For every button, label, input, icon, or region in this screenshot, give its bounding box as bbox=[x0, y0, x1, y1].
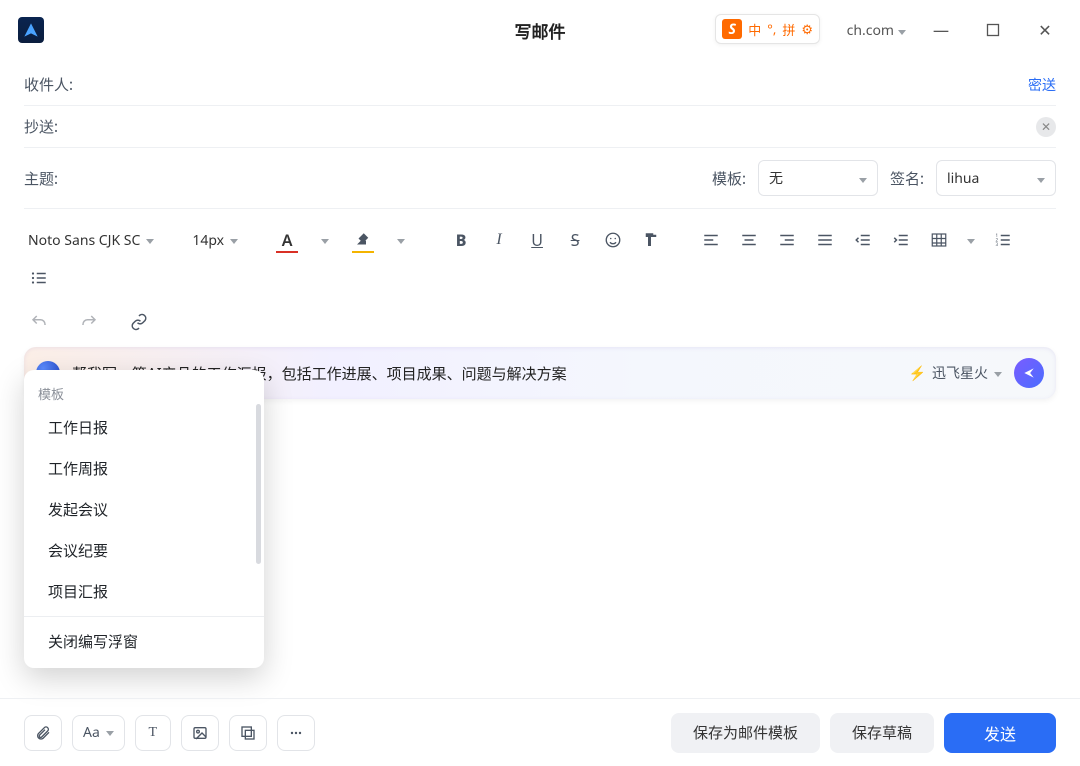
underline-button[interactable]: U bbox=[522, 225, 552, 255]
font-color-chevron[interactable] bbox=[310, 225, 340, 255]
signature-label: 签名: bbox=[890, 168, 924, 189]
chevron-down-icon bbox=[321, 233, 329, 248]
ordered-list-button[interactable]: 123 bbox=[988, 225, 1018, 255]
table-button[interactable] bbox=[924, 225, 954, 255]
redo-button[interactable] bbox=[74, 307, 104, 337]
template-item-minutes[interactable]: 会议纪要 bbox=[24, 530, 264, 571]
strike-button[interactable]: S bbox=[560, 225, 590, 255]
align-left-button[interactable] bbox=[696, 225, 726, 255]
save-as-template-button[interactable]: 保存为邮件模板 bbox=[671, 713, 820, 753]
insert-text-button[interactable]: T bbox=[135, 715, 171, 751]
format-painter-button[interactable] bbox=[636, 225, 666, 255]
chevron-down-icon bbox=[994, 366, 1002, 381]
ai-model-select[interactable]: ⚡ 迅飞星火 bbox=[909, 363, 1002, 383]
subject-label: 主题: bbox=[24, 168, 79, 189]
highlight-button[interactable] bbox=[348, 225, 378, 255]
font-size-select[interactable]: 14px bbox=[188, 227, 242, 254]
minimize-button[interactable]: — bbox=[924, 13, 958, 47]
ime-mode: 拼 bbox=[782, 20, 795, 39]
ime-sep: °, bbox=[767, 20, 776, 38]
chevron-down-icon bbox=[967, 233, 975, 248]
header-fields: 收件人: 密送 抄送: ✕ 主题: 模板: 无 签名: lihua bbox=[0, 60, 1080, 209]
ime-logo-icon: S bbox=[722, 19, 742, 39]
editor-toolbar: Noto Sans CJK SC 14px A B I U S bbox=[0, 209, 1080, 301]
template-label: 模板: bbox=[712, 168, 746, 189]
editor-toolbar-row-2 bbox=[0, 301, 1080, 337]
bottom-bar: Aa T 保存为邮件模板 保存草稿 发送 bbox=[0, 698, 1080, 766]
compose-window: 写邮件 S 中 °, 拼 ⚙ ch.com — ✕ 收件人: 密送 抄送: bbox=[0, 0, 1080, 766]
more-button[interactable] bbox=[277, 715, 315, 751]
insert-image-button[interactable] bbox=[181, 715, 219, 751]
chevron-down-icon bbox=[1037, 169, 1045, 188]
ime-lang: 中 bbox=[748, 20, 761, 39]
signature-select[interactable]: lihua bbox=[936, 160, 1056, 196]
template-close-panel[interactable]: 关闭编写浮窗 bbox=[24, 621, 264, 662]
insert-screenshot-button[interactable] bbox=[229, 715, 267, 751]
highlight-chevron[interactable] bbox=[386, 225, 416, 255]
save-draft-button[interactable]: 保存草稿 bbox=[830, 713, 934, 753]
ime-indicator[interactable]: S 中 °, 拼 ⚙ bbox=[715, 14, 820, 44]
chevron-down-icon bbox=[397, 233, 405, 248]
send-button[interactable]: 发送 bbox=[944, 713, 1056, 753]
to-field-row[interactable]: 收件人: 密送 bbox=[24, 64, 1056, 106]
template-item-daily[interactable]: 工作日报 bbox=[24, 407, 264, 448]
scrollbar-thumb[interactable] bbox=[256, 404, 261, 564]
signature-value: lihua bbox=[947, 169, 979, 188]
template-menu-header: 模板 bbox=[24, 376, 264, 407]
bolt-icon: ⚡ bbox=[909, 364, 926, 383]
template-select[interactable]: 无 bbox=[758, 160, 878, 196]
clear-cc-icon[interactable]: ✕ bbox=[1036, 117, 1056, 137]
font-style-button[interactable]: Aa bbox=[72, 715, 125, 751]
outdent-button[interactable] bbox=[848, 225, 878, 255]
unordered-list-button[interactable] bbox=[24, 263, 54, 293]
indent-button[interactable] bbox=[886, 225, 916, 255]
italic-button[interactable]: I bbox=[484, 225, 514, 255]
font-family-select[interactable]: Noto Sans CJK SC bbox=[24, 227, 158, 254]
app-logo-icon bbox=[18, 17, 44, 43]
template-item-weekly[interactable]: 工作周报 bbox=[24, 448, 264, 489]
emoji-button[interactable] bbox=[598, 225, 628, 255]
align-right-button[interactable] bbox=[772, 225, 802, 255]
to-label: 收件人: bbox=[24, 74, 79, 95]
titlebar-right: ch.com — ✕ bbox=[847, 0, 1062, 60]
undo-button[interactable] bbox=[24, 307, 54, 337]
bcc-link[interactable]: 密送 bbox=[1028, 75, 1056, 95]
template-dropdown-menu: 模板 工作日报 工作周报 发起会议 会议纪要 项目汇报 关闭编写浮窗 bbox=[24, 370, 264, 668]
template-item-project[interactable]: 项目汇报 bbox=[24, 571, 264, 612]
menu-divider bbox=[24, 616, 264, 617]
cc-label: 抄送: bbox=[24, 116, 79, 137]
ai-send-button[interactable] bbox=[1014, 358, 1044, 388]
chevron-down-icon bbox=[146, 233, 154, 248]
subject-row: 主题: 模板: 无 签名: lihua bbox=[24, 148, 1056, 209]
bold-button[interactable]: B bbox=[446, 225, 476, 255]
account-domain-dropdown[interactable]: ch.com bbox=[847, 21, 906, 40]
attach-button[interactable] bbox=[24, 715, 62, 751]
titlebar: 写邮件 S 中 °, 拼 ⚙ ch.com — ✕ bbox=[0, 0, 1080, 60]
template-value: 无 bbox=[769, 168, 783, 188]
font-color-button[interactable]: A bbox=[272, 225, 302, 255]
cc-field-row[interactable]: 抄送: ✕ bbox=[24, 106, 1056, 148]
chevron-down-icon bbox=[106, 725, 114, 740]
align-justify-button[interactable] bbox=[810, 225, 840, 255]
table-chevron[interactable] bbox=[962, 225, 980, 255]
chevron-down-icon bbox=[859, 169, 867, 188]
align-center-button[interactable] bbox=[734, 225, 764, 255]
window-title: 写邮件 bbox=[515, 18, 566, 43]
svg-text:3: 3 bbox=[996, 242, 999, 248]
maximize-button[interactable] bbox=[976, 13, 1010, 47]
chevron-down-icon bbox=[230, 233, 238, 248]
ime-settings-icon[interactable]: ⚙ bbox=[801, 20, 813, 38]
chevron-down-icon bbox=[898, 21, 906, 40]
domain-fragment: ch.com bbox=[847, 21, 894, 40]
link-button[interactable] bbox=[124, 307, 154, 337]
close-button[interactable]: ✕ bbox=[1028, 13, 1062, 47]
template-item-meeting[interactable]: 发起会议 bbox=[24, 489, 264, 530]
